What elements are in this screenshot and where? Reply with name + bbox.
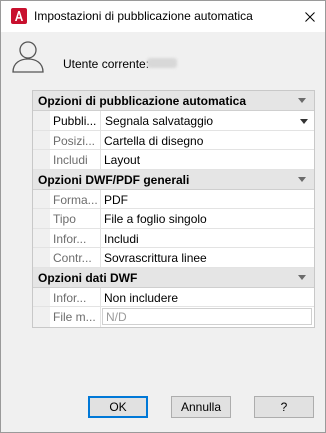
property-row-publish-on[interactable]: Pubbli... Segnala salvataggio [33,111,314,131]
close-icon [305,11,315,22]
row-gutter [33,130,50,149]
row-gutter [33,209,50,228]
dialog-window: Impostazioni di pubblicazione automatica… [0,0,326,433]
help-button[interactable]: ? [254,396,314,418]
ok-button[interactable]: OK [88,396,148,418]
collapse-caret-icon[interactable] [298,98,306,103]
property-row-format[interactable]: Forma... PDF [33,189,314,209]
window-title: Impostazioni di pubblicazione automatica [34,9,253,23]
property-name: Pubbli... [50,111,101,130]
property-row-data-info[interactable]: Infor... Non includere [33,287,314,307]
cancel-button[interactable]: Annulla [171,396,231,418]
section-title: Opzioni DWF/PDF generali [38,172,190,187]
property-value[interactable]: Layout [101,150,314,169]
current-user-value [147,58,177,68]
property-value[interactable]: File a foglio singolo [101,209,314,228]
row-gutter [33,189,50,208]
property-name: Includi [50,150,101,169]
user-icon [12,41,44,73]
property-value[interactable]: PDF [101,190,314,209]
property-value-dropdown[interactable]: Segnala salvataggio [101,111,314,130]
property-row-file: File m... N/D [33,307,314,327]
title-bar: Impostazioni di pubblicazione automatica [1,1,325,32]
section-auto-publish-header[interactable]: Opzioni di pubblicazione automatica [33,91,314,111]
property-value[interactable]: Sovrascrittura linee [101,248,314,267]
property-value[interactable]: Cartella di disegno [101,131,314,150]
property-name: Infor... [50,287,101,306]
property-row-control[interactable]: Contr... Sovrascrittura linee [33,248,314,268]
section-title: Opzioni di pubblicazione automatica [38,94,247,108]
property-name: Infor... [50,228,101,247]
property-value[interactable]: Includi [101,229,314,248]
section-dwf-data-header[interactable]: Opzioni dati DWF [33,267,314,288]
property-name: Forma... [50,189,101,208]
property-name: Tipo [50,209,101,228]
current-user-label: Utente corrente: [63,57,150,71]
property-name: File m... [50,307,101,327]
property-row-type[interactable]: Tipo File a foglio singolo [33,209,314,229]
property-row-info[interactable]: Infor... Includi [33,228,314,248]
section-title: Opzioni dati DWF [38,270,138,285]
row-gutter [33,150,50,169]
section-dwf-pdf-header[interactable]: Opzioni DWF/PDF generali [33,169,314,190]
autocad-app-icon [11,8,27,24]
row-gutter [33,228,50,247]
dropdown-caret-icon[interactable] [300,119,308,124]
row-gutter [33,287,50,306]
collapse-caret-icon[interactable] [298,274,306,280]
property-value[interactable]: Non includere [101,288,314,307]
property-name: Posizi... [50,130,101,149]
property-name: Contr... [50,248,101,267]
row-gutter [33,248,50,267]
row-gutter [33,111,50,130]
property-value-disabled: N/D [102,308,312,325]
property-row-location[interactable]: Posizi... Cartella di disegno [33,130,314,150]
close-button[interactable] [295,1,325,32]
property-grid: Opzioni di pubblicazione automatica Pubb… [32,90,315,328]
row-gutter [33,307,50,327]
property-row-include[interactable]: Includi Layout [33,150,314,170]
collapse-caret-icon[interactable] [298,176,306,182]
